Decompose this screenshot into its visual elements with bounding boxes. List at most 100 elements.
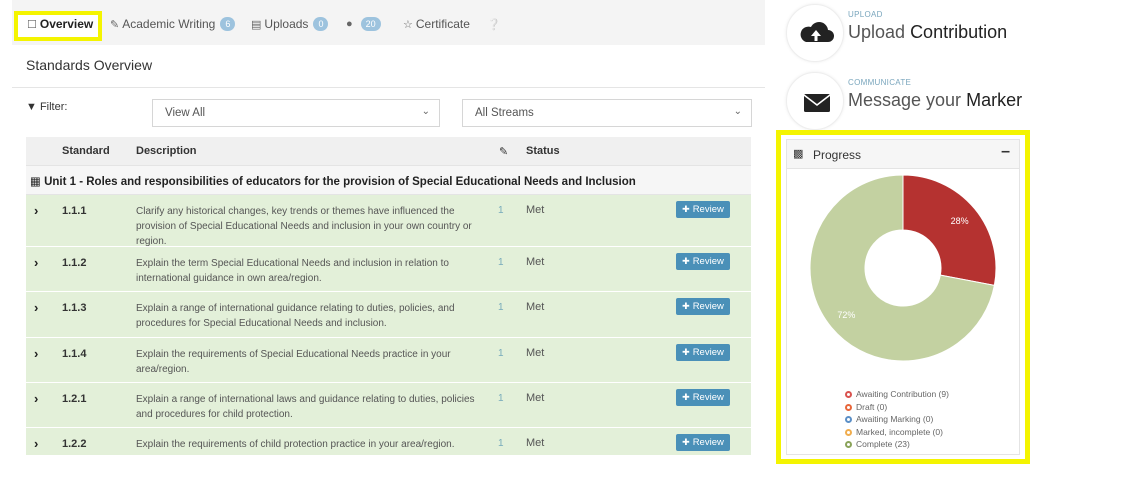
table-row[interactable]: › 1.1.3 Explain a range of international… [26, 292, 751, 338]
legend-item: Marked, incomplete (0) [845, 426, 949, 439]
review-button[interactable]: ✚ Review [676, 253, 730, 270]
divider [12, 87, 765, 88]
progress-panel: ▩ Progress – 28% 72% Awaiting Contributio… [786, 139, 1020, 455]
legend-dot [845, 428, 852, 436]
tab-certificate-label: Certificate [415, 17, 470, 31]
donut-slice-awaiting-contribution [902, 174, 997, 287]
tab-messages[interactable]: ● 20 [346, 13, 381, 35]
evidence-count: 1 [498, 205, 504, 216]
tab-help[interactable]: ❔ [487, 13, 504, 35]
tab-academic-writing-label: Academic Writing [122, 17, 216, 31]
table-row[interactable]: › 1.1.4 Explain the requirements of Spec… [26, 338, 751, 383]
chevron-right-icon[interactable]: › [34, 300, 38, 315]
standard-description: Explain a range of international laws an… [136, 394, 475, 420]
progress-header: ▩ Progress – [787, 140, 1019, 169]
table-header: Standard Description ✎ Status [26, 137, 751, 165]
filter-icon: ▼ [26, 101, 37, 113]
progress-donut-chart: 28% 72% [809, 174, 997, 362]
standard-code: 1.1.3 [62, 302, 87, 314]
grid-icon: ▦ [30, 176, 41, 188]
legend-item: Awaiting Contribution (9) [845, 388, 949, 401]
standard-code: 1.1.4 [62, 348, 87, 360]
table-row[interactable]: › 1.2.1 Explain a range of international… [26, 383, 751, 428]
upload-button[interactable] [786, 4, 844, 62]
review-button[interactable]: ✚ Review [676, 298, 730, 315]
legend-label: Marked, incomplete (0) [856, 426, 943, 437]
upload-title: Upload Contribution [848, 22, 1008, 42]
help-icon: ❔ [487, 18, 501, 31]
streams-select[interactable]: All Streams ⌄ [462, 99, 752, 127]
filter-label: ▼ Filter: [26, 101, 68, 113]
plus-circle-icon: ✚ [682, 392, 690, 402]
legend-label: Complete (23) [856, 439, 910, 449]
evidence-count: 1 [498, 302, 504, 313]
standard-description: Explain the requirements of child protec… [136, 439, 455, 450]
message-marker-action[interactable]: COMMUNICATE Message your Marker [786, 70, 1026, 130]
review-button[interactable]: ✚ Review [676, 344, 730, 361]
tab-academic-writing[interactable]: ✎ Academic Writing 6 [110, 13, 236, 35]
pencil-icon: ✎ [110, 18, 120, 31]
message-button[interactable] [786, 72, 844, 130]
review-button[interactable]: ✚ Review [676, 434, 730, 451]
progress-legend: Awaiting Contribution (9) Draft (0) Awai… [845, 388, 949, 451]
evidence-count: 1 [498, 393, 504, 404]
chevron-right-icon[interactable]: › [34, 391, 38, 406]
header-description: Description [136, 145, 197, 157]
chevron-right-icon[interactable]: › [34, 346, 38, 361]
legend-dot [845, 403, 852, 411]
unit-row[interactable]: ▦ Unit 1 - Roles and responsibilities of… [26, 165, 751, 195]
message-title: Message your Marker [848, 90, 1023, 110]
plus-circle-icon: ✚ [682, 204, 690, 214]
review-label: Review [692, 347, 724, 358]
upload-contribution-action[interactable]: UPLOAD Upload Contribution [786, 2, 1026, 62]
plus-circle-icon: ✚ [682, 256, 690, 266]
status-text: Met [526, 256, 545, 268]
table-row[interactable]: › 1.1.2 Explain the term Special Educati… [26, 247, 751, 292]
chevron-down-icon: ⌄ [421, 106, 430, 117]
status-text: Met [526, 437, 545, 449]
donut-label: 72% [837, 310, 855, 320]
standard-description: Explain a range of international guidanc… [136, 303, 455, 329]
comment-icon: ● [346, 18, 353, 30]
unit-title: Unit 1 - Roles and responsibilities of e… [44, 176, 636, 188]
tab-uploads[interactable]: ▤ Uploads 0 [251, 13, 329, 35]
standard-description: Explain the term Special Educational Nee… [136, 258, 449, 284]
status-text: Met [526, 347, 545, 359]
review-label: Review [692, 204, 724, 215]
donut-label: 28% [951, 216, 969, 226]
table-row[interactable]: › 1.2.2 Explain the requirements of chil… [26, 428, 751, 455]
review-label: Review [692, 256, 724, 267]
collapse-button[interactable]: – [1001, 143, 1010, 161]
table-row[interactable]: › 1.1.1 Clarify any historical changes, … [26, 195, 751, 247]
evidence-count: 1 [498, 257, 504, 268]
file-icon: ▤ [251, 18, 262, 31]
filter-select[interactable]: View All ⌄ [152, 99, 440, 127]
legend-item: Draft (0) [845, 401, 949, 414]
chevron-right-icon[interactable]: › [34, 203, 38, 218]
cloud-upload-icon [800, 22, 834, 42]
tab-certificate[interactable]: ☆ Certificate [403, 13, 470, 35]
bookmark-icon: ☐ [27, 18, 37, 31]
academic-writing-badge: 6 [220, 17, 236, 31]
review-button[interactable]: ✚ Review [676, 389, 730, 406]
standard-code: 1.2.1 [62, 393, 87, 405]
chevron-right-icon[interactable]: › [34, 255, 38, 270]
bar-chart-icon: ▩ [793, 148, 804, 160]
filter-select-value: View All [165, 107, 206, 119]
chevron-right-icon[interactable]: › [34, 436, 38, 451]
standard-code: 1.1.2 [62, 257, 87, 269]
plus-circle-icon: ✚ [682, 437, 690, 447]
plus-circle-icon: ✚ [682, 301, 690, 311]
evidence-count: 1 [498, 438, 504, 449]
standards-panel: Standards Overview ▼ Filter: View All ⌄ … [12, 45, 765, 455]
review-button[interactable]: ✚ Review [676, 201, 730, 218]
messages-badge: 20 [360, 17, 381, 31]
legend-label: Awaiting Marking (0) [856, 414, 934, 424]
standard-code: 1.2.2 [62, 438, 87, 450]
tab-uploads-label: Uploads [264, 17, 309, 31]
envelope-icon [803, 94, 831, 112]
legend-item: Awaiting Marking (0) [845, 413, 949, 426]
status-text: Met [526, 204, 545, 216]
review-label: Review [692, 301, 724, 312]
tab-overview[interactable]: ☐ Overview [27, 13, 93, 35]
